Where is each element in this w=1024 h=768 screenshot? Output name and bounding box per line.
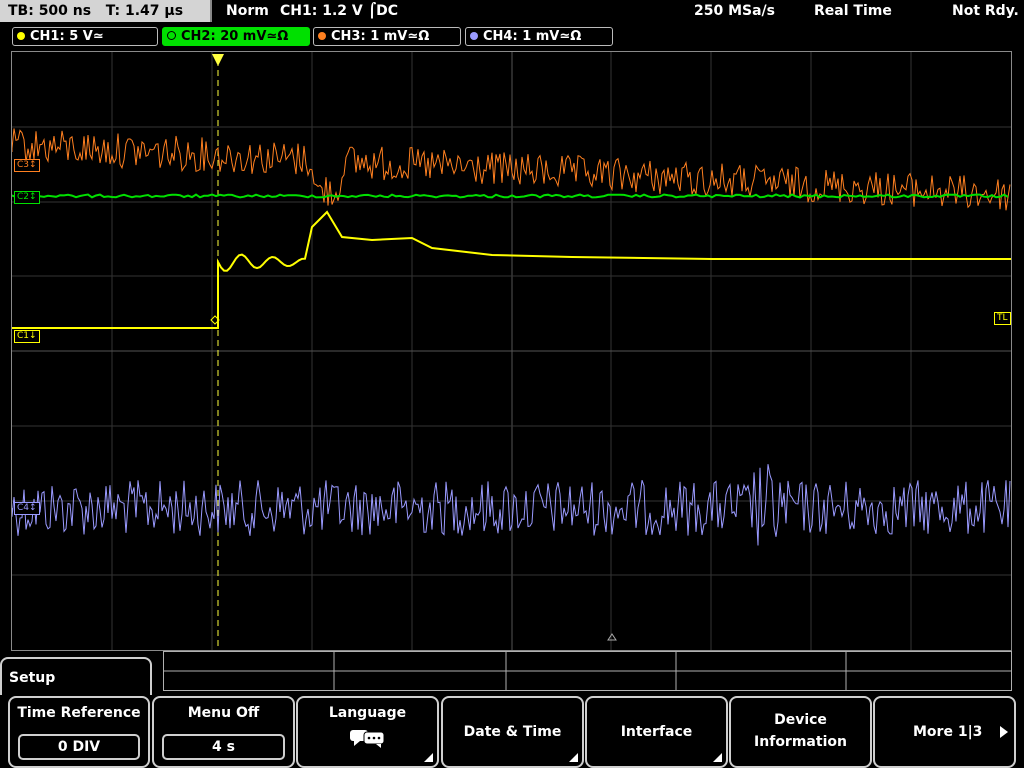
status-bar: Norm CH1: 1.2 V ⌠DC 250 MSa/s Real Time … [214, 0, 1024, 22]
ch3-color-dot-icon [318, 32, 326, 40]
trigger-position-arrow-icon[interactable] [212, 54, 224, 66]
ch4-label: CH4: 1 mV≃Ω [483, 29, 582, 44]
acquisition-mode: Real Time [814, 3, 892, 19]
ch1-color-dot-icon [17, 32, 25, 40]
ch1-marker[interactable]: C1↓ [14, 330, 40, 343]
menu-off-value: 4 s [162, 734, 285, 760]
ch3-label: CH3: 1 mV≃Ω [331, 29, 430, 44]
speech-bubbles-icon [349, 730, 384, 748]
timebase-panel[interactable]: TB: 500 ns T: 1.47 µs [0, 0, 212, 22]
ch2-color-dot-icon [167, 31, 176, 40]
submenu-indicator-icon [713, 753, 722, 762]
time-reference-label: Time Reference [17, 705, 141, 721]
language-label: Language [328, 705, 407, 721]
channel-tab-ch1[interactable]: CH1: 5 V≃ [12, 27, 158, 46]
device-information-label-line2: Information [754, 734, 847, 750]
ch4-trace [12, 464, 1011, 546]
time-reference-value: 0 DIV [18, 734, 140, 760]
play-arrow-icon [1000, 726, 1008, 738]
ch3-marker[interactable]: C3↕ [14, 159, 40, 172]
trigger-mode[interactable]: Norm [226, 0, 269, 22]
language-button[interactable]: Language [296, 696, 439, 768]
channel-tab-ch3[interactable]: CH3: 1 mV≃Ω [313, 27, 461, 46]
timebase-value: TB: 500 ns [8, 3, 92, 19]
device-information-button[interactable]: Device Information [729, 696, 872, 768]
submenu-indicator-icon [424, 753, 433, 762]
trigger-setting[interactable]: CH1: 1.2 V ⌠DC [280, 0, 398, 22]
graticule [12, 52, 1011, 650]
sample-rate: 250 MSa/s [694, 3, 776, 19]
interface-button[interactable]: Interface [585, 696, 728, 768]
ch1-label: CH1: 5 V≃ [30, 29, 104, 44]
horizontal-reference-icon [607, 633, 617, 641]
date-time-label: Date & Time [463, 724, 562, 740]
ch2-trace [12, 193, 1009, 199]
ready-status: Not Rdy. [952, 3, 1019, 19]
channel-tab-ch4[interactable]: CH4: 1 mV≃Ω [465, 27, 613, 46]
menu-off-button[interactable]: Menu Off 4 s [152, 696, 295, 768]
waveform-canvas [12, 52, 1011, 650]
menu-off-label: Menu Off [187, 705, 260, 721]
ch2-label: CH2: 20 mV≃Ω [181, 29, 289, 44]
device-information-label-line1: Device [774, 712, 827, 728]
date-time-button[interactable]: Date & Time [441, 696, 584, 768]
time-reference-button[interactable]: Time Reference 0 DIV [8, 696, 150, 768]
ch2-marker[interactable]: C2↕ [14, 191, 40, 204]
channel-tab-ch2[interactable]: CH2: 20 mV≃Ω [162, 27, 310, 46]
ch3-trace [12, 128, 1011, 211]
submenu-indicator-icon [569, 753, 578, 762]
more-label: More 1|3 [913, 724, 983, 740]
more-button[interactable]: More 1|3 [873, 696, 1016, 768]
waveform-display[interactable]: C3↕ C2↕ C1↓ C4↕ TL [11, 51, 1012, 651]
interface-label: Interface [620, 724, 693, 740]
trigger-time-value: T: 1.47 µs [105, 3, 184, 19]
info-strip [163, 651, 1012, 691]
ch4-color-dot-icon [470, 32, 478, 40]
ch4-marker[interactable]: C4↕ [14, 502, 40, 515]
trigger-level-marker[interactable]: TL [994, 312, 1011, 325]
menu-title: Setup [0, 657, 152, 695]
